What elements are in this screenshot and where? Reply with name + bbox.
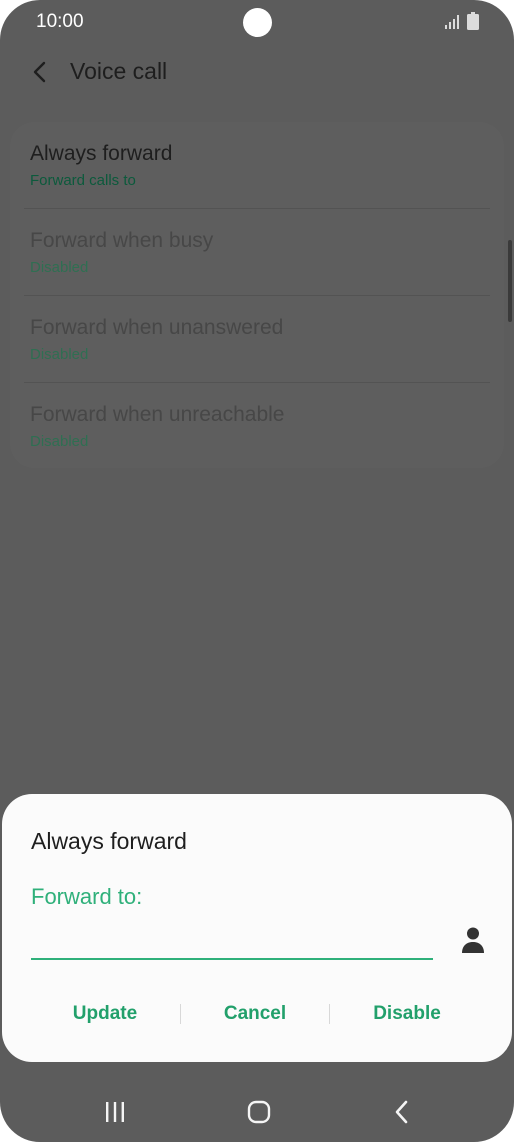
- list-item-subtitle: Disabled: [30, 259, 89, 276]
- forward-dialog: Always forward Forward to: Update Cancel…: [2, 794, 512, 1062]
- status-bar: 10:00: [0, 0, 514, 44]
- signal-icon: [445, 15, 459, 29]
- list-item-subtitle: Disabled: [30, 346, 89, 363]
- call-forwarding-list: Always forward Forward calls to Forward …: [10, 122, 504, 468]
- list-item-forward-when-unanswered[interactable]: Forward when unanswered Disabled: [30, 296, 490, 382]
- list-item-title: Forward when busy: [30, 229, 214, 252]
- navigation-bar: [0, 1082, 514, 1142]
- list-item-forward-when-unreachable[interactable]: Forward when unreachable Disabled: [30, 383, 490, 469]
- back-icon[interactable]: [392, 1099, 412, 1125]
- list-item-subtitle: Forward calls to: [30, 172, 136, 189]
- forward-to-label: Forward to:: [31, 884, 143, 909]
- chevron-left-icon[interactable]: [28, 58, 52, 86]
- list-item-subtitle: Disabled: [30, 433, 89, 450]
- list-item-title: Always forward: [30, 142, 173, 165]
- list-item-always-forward[interactable]: Always forward Forward calls to: [30, 122, 490, 208]
- person-icon[interactable]: [460, 926, 486, 954]
- home-icon[interactable]: [246, 1100, 272, 1124]
- status-time: 10:00: [36, 11, 84, 32]
- cancel-button[interactable]: Cancel: [180, 994, 330, 1034]
- scrollbar[interactable]: [508, 240, 512, 322]
- dialog-title: Always forward: [31, 828, 187, 854]
- page-title: Voice call: [70, 58, 168, 84]
- list-item-title: Forward when unreachable: [30, 403, 285, 426]
- phone-screen: 10:00 Voice call Always forward Forward …: [0, 0, 514, 1142]
- update-button[interactable]: Update: [30, 994, 180, 1034]
- app-bar: Voice call: [0, 50, 514, 94]
- list-item-title: Forward when unanswered: [30, 316, 284, 339]
- front-camera-cutout: [243, 8, 272, 37]
- forward-number-input[interactable]: [31, 922, 433, 960]
- list-item-forward-when-busy[interactable]: Forward when busy Disabled: [30, 209, 490, 295]
- disable-button[interactable]: Disable: [330, 994, 484, 1034]
- recents-icon[interactable]: [102, 1100, 128, 1124]
- battery-icon: [467, 12, 479, 30]
